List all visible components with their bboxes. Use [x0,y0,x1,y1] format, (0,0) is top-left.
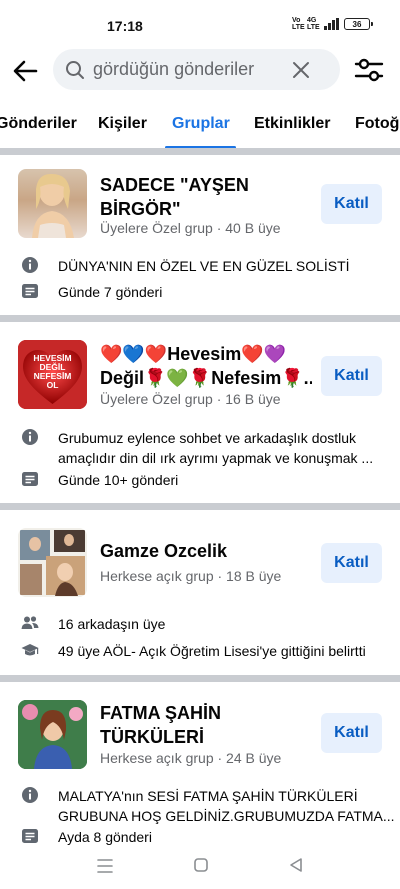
search-icon [65,60,85,80]
group-title-line: FATMA ŞAHİN [100,703,221,723]
group-description: DÜNYA'NIN EN ÖZEL VE EN GÜZEL SOLİSTİ [58,258,350,274]
friends-icon [21,614,39,632]
join-button[interactable]: Katıl [321,713,382,753]
posts-icon [21,827,39,845]
group-activity: Günde 10+ gönderi [58,472,179,488]
search-header [0,46,400,94]
group-education-row: 49 üye AÖL- Açık Öğretim Lisesi'ye gitti… [18,641,388,661]
home-icon[interactable] [193,857,209,878]
search-bar[interactable] [53,49,340,90]
status-bar: 17:18 Vo LTE 4G LTE 36 [0,0,400,40]
mutual-friends-count: 16 arkadaşın üye [58,616,166,632]
battery-icon: 36 [344,18,373,30]
filter-sliders-icon[interactable] [354,57,384,83]
group-description-row: MALATYA'nın SESİ FATMA ŞAHİN TÜRKÜLERİ G… [18,786,395,826]
info-icon [21,786,39,804]
group-cover-image [18,528,87,597]
tab-events[interactable]: Etkinlikler [254,115,330,133]
education-info: 49 üye AÖL- Açık Öğretim Lisesi'ye gitti… [58,643,366,659]
group-privacy-members: Üyelere Özel grup · 40 B üye [100,220,281,236]
tab-groups[interactable]: Gruplar [172,115,230,133]
back-triangle-icon[interactable] [288,857,304,878]
system-navigation-bar [0,845,400,889]
posts-icon [21,282,39,300]
tab-posts[interactable]: Gönderiler [0,115,77,133]
join-button[interactable]: Katıl [321,184,382,224]
posts-icon [21,470,39,488]
group-title-line: Değil🌹💚🌹Nefesim🌹... [100,368,312,388]
group-card-aysen-birgor[interactable]: SADECE "AYŞEN BİRGÖR" Üyelere Özel grup … [0,155,400,315]
recents-menu-icon[interactable] [96,858,114,879]
group-activity-row: Günde 10+ gönderi [18,470,388,490]
divider [0,675,400,682]
graduation-cap-icon [21,641,39,659]
group-activity-row: Ayda 8 gönderi [18,827,388,847]
divider [0,503,400,510]
group-description-row: Grubumuz eylence sohbet ve arkadaşlık do… [18,428,388,468]
join-button[interactable]: Katıl [321,356,382,396]
tab-photos[interactable]: Fotoğ [355,115,399,133]
group-activity-row: Günde 7 gönderi [18,282,388,302]
status-time: 17:18 [107,18,143,34]
group-title[interactable]: FATMA ŞAHİN TÜRKÜLERİ [100,701,312,749]
group-description: MALATYA'nın SESİ FATMA ŞAHİN TÜRKÜLERİ G… [58,786,395,826]
group-card-fatma-sahin[interactable]: FATMA ŞAHİN TÜRKÜLERİ Herkese açık grup … [0,682,400,847]
group-description-line: amaçlıdır din dil ırk ayrımı yapmak ve k… [58,450,374,466]
group-title[interactable]: SADECE "AYŞEN BİRGÖR" [100,173,312,221]
group-description-row: DÜNYA'NIN EN ÖZEL VE EN GÜZEL SOLİSTİ [18,256,388,276]
status-icons: Vo LTE 4G LTE 36 [292,17,373,31]
info-icon [21,256,39,274]
lte-icon: 4G LTE [307,17,320,31]
group-cover-image [18,700,87,769]
join-button[interactable]: Katıl [321,543,382,583]
clear-search-icon[interactable] [292,61,310,79]
divider [0,315,400,322]
group-friends-row: 16 arkadaşın üye [18,614,388,634]
cover-text: OL [46,380,59,390]
volte-icon: Vo LTE [292,17,305,31]
group-title-line: ❤️💙❤️Hevesim❤️💜 [100,344,287,364]
divider [0,148,400,155]
group-title-line: BİRGÖR" [100,199,181,219]
search-input[interactable] [93,49,293,90]
signal-icon [324,18,339,30]
back-arrow-icon[interactable] [10,56,40,86]
group-card-gamze-ozcelik[interactable]: Gamze Ozcelik Herkese açık grup · 18 B ü… [0,510,400,675]
group-title[interactable]: Gamze Ozcelik [100,539,312,563]
group-privacy-members: Herkese açık grup · 18 B üye [100,568,282,584]
group-description: Grubumuz eylence sohbet ve arkadaşlık do… [58,428,388,468]
group-title[interactable]: ❤️💙❤️Hevesim❤️💜 Değil🌹💚🌹Nefesim🌹... [100,342,312,390]
group-description-line: GRUBUNA HOŞ GELDİNİZ.GRUBUMUZDA FATMA... [58,808,395,824]
group-privacy-members: Herkese açık grup · 24 B üye [100,750,282,766]
group-title-line: TÜRKÜLERİ [100,727,204,747]
group-cover-image [18,169,87,238]
group-card-hevesim[interactable]: HEVESİM DEĞİL NEFESİM OL ❤️💙❤️Hevesim❤️💜… [0,322,400,504]
group-description-line: Grubumuz eylence sohbet ve arkadaşlık do… [58,430,357,446]
group-activity: Günde 7 gönderi [58,284,163,300]
tab-people[interactable]: Kişiler [98,115,147,133]
group-cover-image: HEVESİM DEĞİL NEFESİM OL [18,340,87,409]
group-title-line: SADECE "AYŞEN [100,175,249,195]
info-icon [21,428,39,446]
group-activity: Ayda 8 gönderi [58,829,152,845]
group-privacy-members: Üyelere Özel grup · 16 B üye [100,391,281,407]
search-filter-tabs: Gönderiler Kişiler Gruplar Etkinlikler F… [0,103,400,149]
group-description-line: MALATYA'nın SESİ FATMA ŞAHİN TÜRKÜLERİ [58,788,358,804]
